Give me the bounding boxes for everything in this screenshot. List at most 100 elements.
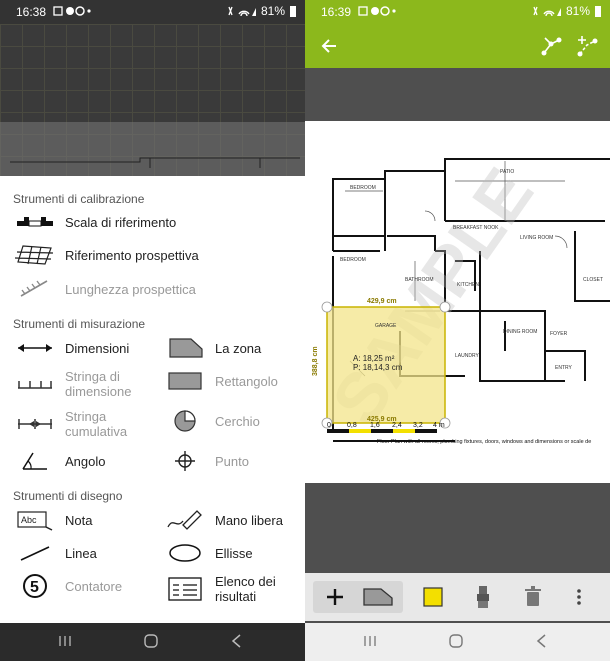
tool-counter[interactable]: 5 Contatore <box>15 574 122 598</box>
status-bar: 16:39 81% <box>305 0 610 24</box>
tool-perspective-length[interactable]: Lunghezza prospettica <box>15 277 196 301</box>
tool-rectangle[interactable]: Rettangolo <box>165 369 278 393</box>
perspective-ruler-icon <box>20 280 48 297</box>
floor-plan-canvas[interactable]: SAMPLE A: 18,25 m² P: 18,14,3 cm 429,9 c… <box>305 121 610 483</box>
tool-label: La zona <box>215 340 262 356</box>
battery-icon <box>595 5 601 17</box>
tool-label: Contatore <box>65 578 123 594</box>
home-button[interactable] <box>144 634 158 652</box>
svg-text:BATHROOM: BATHROOM <box>405 277 434 283</box>
perspective-grid-icon <box>15 245 54 265</box>
counter-icon: 5 <box>23 574 47 598</box>
more-vertical-icon <box>577 589 581 605</box>
svg-text:5: 5 <box>30 579 39 596</box>
tool-reference-scale[interactable]: Scala di riferimento <box>15 210 176 234</box>
tool-label: Nota <box>65 512 93 528</box>
scale-bar <box>327 429 437 433</box>
svg-text:FOYER: FOYER <box>550 331 568 337</box>
tool-dimensions[interactable]: Dimensioni <box>15 336 129 360</box>
back-arrow-icon <box>321 39 336 53</box>
rectangle-icon <box>168 372 202 390</box>
tool-label: Elenco dei risultati <box>215 574 276 604</box>
tool-perspective-reference[interactable]: Riferimento prospettiva <box>15 243 199 267</box>
style-brush-button[interactable] <box>467 581 499 613</box>
battery-level: 81% <box>565 4 590 18</box>
svg-text:BREAKFAST NOOK: BREAKFAST NOOK <box>453 225 499 231</box>
recents-button[interactable] <box>363 634 377 652</box>
svg-text:BEDROOM: BEDROOM <box>340 257 366 263</box>
add-vertex-button[interactable] <box>573 32 601 60</box>
delete-button[interactable] <box>517 581 549 613</box>
tool-label: Ellisse <box>215 545 253 561</box>
tool-label: Mano libera <box>215 512 283 528</box>
svg-text:ENTRY: ENTRY <box>555 365 573 371</box>
notification-glyphs-icon <box>358 6 396 16</box>
area-readout: A: 18,25 m² <box>353 354 395 363</box>
tool-label: Stringa di dimensione <box>65 369 132 399</box>
dim-top-label: 429,9 cm <box>367 298 397 305</box>
back-button[interactable] <box>230 634 244 652</box>
section-drawing: Strumenti di disegno <box>13 489 123 503</box>
canvas-background <box>0 24 305 176</box>
home-button[interactable] <box>449 634 463 652</box>
notification-icons <box>52 4 92 18</box>
svg-text:2,4: 2,4 <box>392 422 402 429</box>
tool-label: Cerchio <box>215 413 260 429</box>
tool-label: Angolo <box>65 453 106 469</box>
dimension-string-icon <box>18 381 52 389</box>
vertex-edit-icon <box>541 37 562 56</box>
notification-icons <box>357 4 397 18</box>
vertex-add-icon <box>577 36 598 57</box>
tool-angle[interactable]: Angolo <box>15 449 105 473</box>
system-navbar <box>305 623 610 661</box>
svg-text:0: 0 <box>327 422 331 429</box>
area-tool-button[interactable] <box>355 586 401 608</box>
edit-toolbar <box>305 573 610 621</box>
tool-freehand[interactable]: Mano libera <box>165 508 283 532</box>
battery-level: 81% <box>260 4 285 18</box>
status-time: 16:38 <box>16 5 47 19</box>
line-icon <box>20 546 50 561</box>
section-calibration: Strumenti di calibrazione <box>13 192 145 206</box>
status-right: 81% <box>532 4 602 18</box>
freehand-pencil-icon <box>167 510 202 530</box>
tool-circle[interactable]: Cerchio <box>165 409 260 433</box>
edit-vertices-button[interactable] <box>537 32 565 60</box>
perimeter-readout: P: 18,14,3 cm <box>353 363 403 372</box>
tool-label: Punto <box>215 453 249 469</box>
recents-button[interactable] <box>58 634 72 652</box>
plan-preview-icon <box>10 157 300 168</box>
notification-glyphs-icon <box>53 6 91 16</box>
right-screen: 16:39 81% SAMPLE A: 18,25 m² P: 18,14,3 … <box>305 0 610 661</box>
paint-brush-icon <box>477 586 489 608</box>
tool-point[interactable]: Punto <box>165 449 249 473</box>
reference-scale-icon <box>17 217 53 227</box>
tool-line[interactable]: Linea <box>15 541 97 565</box>
svg-text:KITCHEN: KITCHEN <box>457 282 479 288</box>
tool-label: Linea <box>65 545 97 561</box>
tool-results-list[interactable]: Elenco dei risultati <box>165 574 276 604</box>
tool-area[interactable]: La zona <box>165 336 261 360</box>
floor-plan-drawing: SAMPLE A: 18,25 m² P: 18,14,3 cm 429,9 c… <box>312 154 610 445</box>
back-button[interactable] <box>535 634 549 652</box>
trash-icon <box>525 586 541 606</box>
color-picker-button[interactable] <box>417 581 449 613</box>
tool-cumulative-string[interactable]: Stringa cumulativa <box>15 409 127 439</box>
tool-dimension-string[interactable]: Stringa di dimensione <box>15 369 132 399</box>
wifi-signal-icon <box>228 6 256 17</box>
tool-label: Lunghezza prospettica <box>65 281 196 297</box>
svg-text:GARAGE: GARAGE <box>375 323 397 329</box>
tool-note[interactable]: Abc Nota <box>15 508 92 532</box>
crosshair-icon <box>175 451 195 471</box>
tool-label: Scala di riferimento <box>65 214 177 230</box>
dimmed-plan <box>0 122 305 176</box>
add-button[interactable] <box>315 586 355 608</box>
more-options-button[interactable] <box>567 581 591 613</box>
back-arrow-button[interactable] <box>315 32 343 60</box>
svg-text:BEDROOM: BEDROOM <box>350 185 376 191</box>
tool-label: Rettangolo <box>215 373 278 389</box>
angle-icon <box>22 452 47 470</box>
left-screen: 16:38 81% Strumenti di calibrazione Scal… <box>0 0 305 661</box>
tool-ellipse[interactable]: Ellisse <box>165 541 253 565</box>
status-time: 16:39 <box>321 5 352 19</box>
